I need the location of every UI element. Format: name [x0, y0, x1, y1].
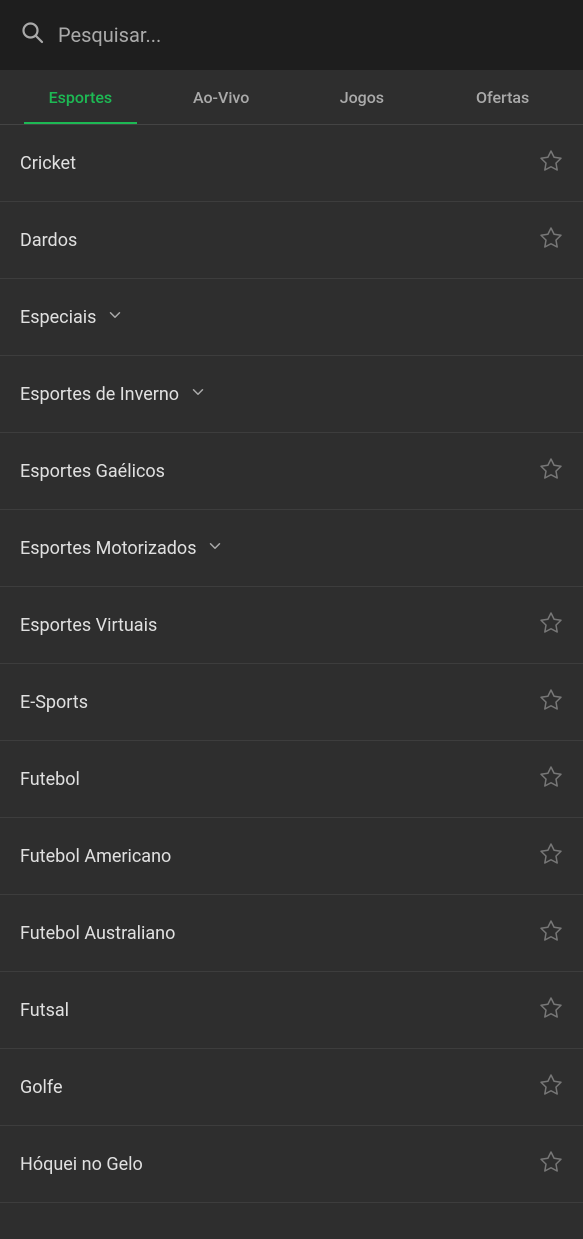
- search-bar[interactable]: Pesquisar...: [0, 0, 583, 70]
- sport-label-futebol: Futebol: [20, 769, 80, 790]
- favorite-star-icon[interactable]: [539, 457, 563, 486]
- sport-item-golfe[interactable]: Golfe: [0, 1049, 583, 1126]
- sport-label-e-sports: E-Sports: [20, 692, 88, 713]
- sport-item-esportes-gaelicos[interactable]: Esportes Gaélicos: [0, 433, 583, 510]
- sport-label-esportes-motorizados: Esportes Motorizados: [20, 537, 224, 559]
- tab-esportes[interactable]: Esportes: [10, 72, 151, 123]
- sport-item-futsal[interactable]: Futsal: [0, 972, 583, 1049]
- chevron-down-icon: [189, 383, 207, 405]
- sport-item-futebol-australiano[interactable]: Futebol Australiano: [0, 895, 583, 972]
- sport-item-e-sports[interactable]: E-Sports: [0, 664, 583, 741]
- sport-item-futebol-americano[interactable]: Futebol Americano: [0, 818, 583, 895]
- sport-label-esportes-gaelicos: Esportes Gaélicos: [20, 461, 165, 482]
- sport-label-futsal: Futsal: [20, 1000, 69, 1021]
- sport-item-dardos[interactable]: Dardos: [0, 202, 583, 279]
- chevron-down-icon: [106, 306, 124, 328]
- sport-label-golfe: Golfe: [20, 1077, 63, 1098]
- favorite-star-icon[interactable]: [539, 765, 563, 794]
- favorite-star-icon[interactable]: [539, 1150, 563, 1179]
- sport-item-esportes-virtuais[interactable]: Esportes Virtuais: [0, 587, 583, 664]
- sport-label-especiais: Especiais: [20, 306, 124, 328]
- sport-label-dardos: Dardos: [20, 230, 77, 251]
- search-icon: [20, 20, 44, 50]
- favorite-star-icon[interactable]: [539, 226, 563, 255]
- sport-list: Cricket Dardos Especiais Esportes de Invern…: [0, 125, 583, 1203]
- tab-ofertas[interactable]: Ofertas: [432, 72, 573, 123]
- sport-item-futebol[interactable]: Futebol: [0, 741, 583, 818]
- sport-item-cricket[interactable]: Cricket: [0, 125, 583, 202]
- favorite-star-icon[interactable]: [539, 919, 563, 948]
- favorite-star-icon[interactable]: [539, 1073, 563, 1102]
- tabs-bar: Esportes Ao-Vivo Jogos Ofertas: [0, 70, 583, 125]
- sport-label-hoquei-gelo: Hóquei no Gelo: [20, 1154, 143, 1175]
- sport-label-cricket: Cricket: [20, 153, 76, 174]
- sport-item-esportes-motorizados[interactable]: Esportes Motorizados: [0, 510, 583, 587]
- favorite-star-icon[interactable]: [539, 149, 563, 178]
- chevron-down-icon: [206, 537, 224, 559]
- sport-label-esportes-virtuais: Esportes Virtuais: [20, 615, 157, 636]
- tab-jogos[interactable]: Jogos: [292, 72, 433, 123]
- sport-item-especiais[interactable]: Especiais: [0, 279, 583, 356]
- sport-item-hoquei-gelo[interactable]: Hóquei no Gelo: [0, 1126, 583, 1203]
- sport-label-futebol-australiano: Futebol Australiano: [20, 923, 175, 944]
- favorite-star-icon[interactable]: [539, 996, 563, 1025]
- search-placeholder: Pesquisar...: [58, 23, 161, 47]
- sport-label-esportes-inverno: Esportes de Inverno: [20, 383, 207, 405]
- favorite-star-icon[interactable]: [539, 611, 563, 640]
- favorite-star-icon[interactable]: [539, 842, 563, 871]
- favorite-star-icon[interactable]: [539, 688, 563, 717]
- sport-label-futebol-americano: Futebol Americano: [20, 846, 171, 867]
- sport-item-esportes-inverno[interactable]: Esportes de Inverno: [0, 356, 583, 433]
- tab-ao-vivo[interactable]: Ao-Vivo: [151, 72, 292, 123]
